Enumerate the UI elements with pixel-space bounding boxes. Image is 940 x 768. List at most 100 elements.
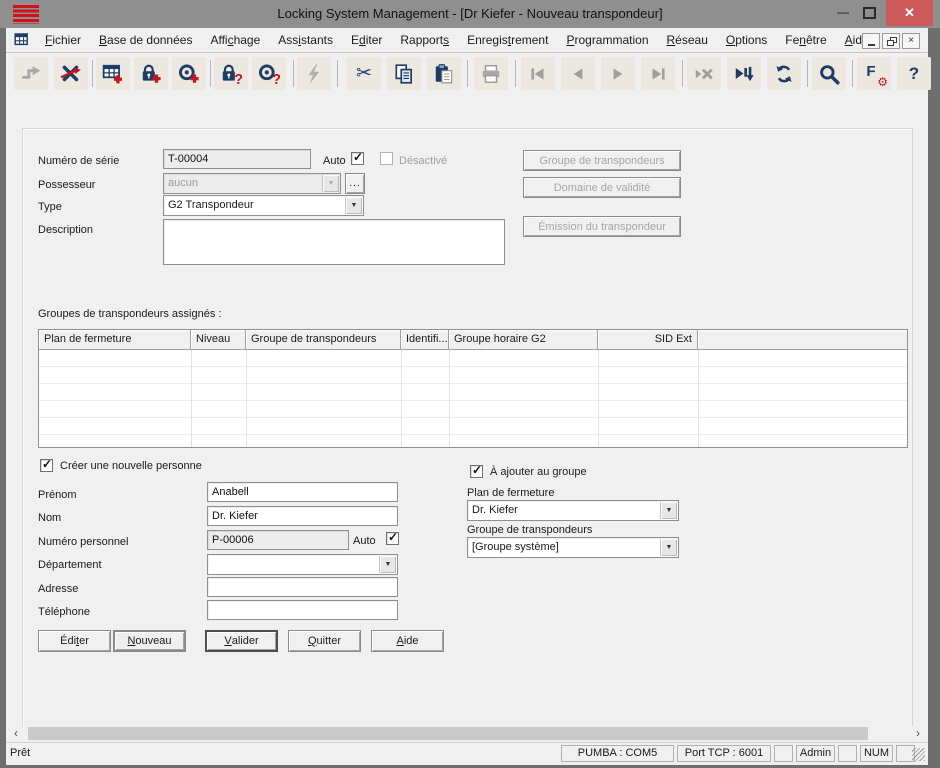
maximize-icon xyxy=(863,7,876,19)
refresh-icon xyxy=(773,63,795,85)
help-button-form[interactable]: Aide xyxy=(371,630,444,652)
plan-select[interactable]: Dr. Kiefer ▼ xyxy=(467,500,679,521)
login-button[interactable] xyxy=(14,57,48,90)
col-groupe-de-transpondeurs[interactable]: Groupe de transpondeurs xyxy=(246,330,401,349)
plan-label: Plan de fermeture xyxy=(467,487,554,499)
refresh-button[interactable] xyxy=(767,57,801,90)
personnel-auto-checkbox[interactable] xyxy=(386,532,399,545)
print-button[interactable] xyxy=(474,57,508,90)
close-button[interactable]: ✕ xyxy=(886,0,933,26)
close-icon: ✕ xyxy=(904,5,915,20)
next-record-button[interactable] xyxy=(601,57,635,90)
menu-options[interactable]: Options xyxy=(717,28,776,52)
previous-record-button[interactable] xyxy=(561,57,595,90)
document-grid-icon[interactable] xyxy=(14,32,30,48)
menu-reseau[interactable]: Réseau xyxy=(658,28,717,52)
chevron-down-icon[interactable]: ▼ xyxy=(379,556,396,573)
mdi-restore-button[interactable] xyxy=(882,33,900,49)
logout-button[interactable] xyxy=(54,57,88,90)
quit-button[interactable]: Quitter xyxy=(288,630,361,652)
copy-button[interactable] xyxy=(387,57,421,90)
first-record-button[interactable] xyxy=(521,57,555,90)
validity-range-button[interactable]: Domaine de validité xyxy=(523,177,681,198)
validate-button[interactable]: Valider xyxy=(205,630,278,652)
menu-base-de-donnees[interactable]: Base de données xyxy=(90,28,201,52)
cut-button[interactable]: ✂ xyxy=(347,57,381,90)
menu-rapports[interactable]: Rapports xyxy=(391,28,458,52)
group-select[interactable]: [Groupe système] ▼ xyxy=(467,537,679,558)
search-button[interactable] xyxy=(812,57,846,90)
last-name-input[interactable] xyxy=(207,506,398,526)
description-textarea[interactable] xyxy=(163,219,505,265)
status-user: Admin xyxy=(796,745,835,762)
filter-settings-button[interactable]: F⚙ xyxy=(857,57,891,90)
personnel-number-input[interactable] xyxy=(207,530,349,550)
help-button[interactable]: ? xyxy=(897,57,931,90)
assigned-groups-table[interactable]: Plan de fermeture Niveau Groupe de trans… xyxy=(38,329,908,448)
apply-record-button[interactable] xyxy=(727,57,761,90)
scroll-right-icon[interactable]: › xyxy=(910,726,926,741)
client-area: Fichier Base de données Affichage Assist… xyxy=(6,28,928,764)
chevron-down-icon[interactable]: ▼ xyxy=(345,197,362,214)
filter-f-icon: F xyxy=(866,64,875,79)
deactivated-checkbox[interactable] xyxy=(380,152,393,165)
group-value: [Groupe système] xyxy=(472,538,658,557)
menu-affichage[interactable]: Affichage xyxy=(201,28,269,52)
menu-assistants[interactable]: Assistants xyxy=(269,28,342,52)
menu-programmation[interactable]: Programmation xyxy=(557,28,657,52)
cancel-record-icon xyxy=(693,63,715,85)
new-transponder-button[interactable] xyxy=(172,57,206,90)
col-plan-de-fermeture[interactable]: Plan de fermeture xyxy=(39,330,191,349)
mdi-minimize-button[interactable] xyxy=(862,33,880,49)
owner-browse-button[interactable]: ... xyxy=(345,173,365,194)
new-button[interactable]: Nouveau xyxy=(113,630,186,652)
chevron-down-icon[interactable]: ▼ xyxy=(322,175,339,192)
new-lock-button[interactable] xyxy=(134,57,168,90)
first-name-input[interactable] xyxy=(207,482,398,502)
resize-grip[interactable] xyxy=(912,748,925,761)
col-empty[interactable] xyxy=(698,330,907,349)
phone-input[interactable] xyxy=(207,600,398,620)
chevron-down-icon[interactable]: ▼ xyxy=(660,539,677,556)
address-input[interactable] xyxy=(207,577,398,597)
col-identification[interactable]: Identifi... xyxy=(401,330,449,349)
scrollbar-thumb[interactable] xyxy=(28,727,868,740)
gear-icon: ⚙ xyxy=(877,76,888,88)
department-select[interactable]: ▼ xyxy=(207,554,398,575)
issue-transponder-button[interactable]: Émission du transpondeur xyxy=(523,216,681,237)
menu-fichier[interactable]: Fichier xyxy=(36,28,90,52)
col-sid-ext[interactable]: SID Ext xyxy=(598,330,698,349)
menu-enregistrement[interactable]: Enregistrement xyxy=(458,28,557,52)
menu-editer[interactable]: Editer xyxy=(342,28,391,52)
printer-icon xyxy=(480,63,502,85)
add-to-group-checkbox[interactable] xyxy=(470,465,483,478)
transponder-groups-button[interactable]: Groupe de transpondeurs xyxy=(523,150,681,171)
scissors-icon: ✂ xyxy=(356,64,372,83)
chevron-down-icon[interactable]: ▼ xyxy=(660,502,677,519)
edit-button[interactable]: Éditer xyxy=(38,630,111,652)
program-button[interactable] xyxy=(297,57,331,90)
create-person-checkbox[interactable] xyxy=(40,459,53,472)
owner-select[interactable]: aucun ▼ xyxy=(163,173,341,194)
new-locking-system-button[interactable] xyxy=(96,57,130,90)
maximize-button[interactable] xyxy=(858,0,880,26)
serial-auto-checkbox[interactable] xyxy=(351,152,364,165)
read-lock-button[interactable]: ? xyxy=(214,57,248,90)
col-groupe-horaire-g2[interactable]: Groupe horaire G2 xyxy=(449,330,598,349)
last-record-button[interactable] xyxy=(641,57,675,90)
horizontal-scrollbar[interactable]: ‹ › xyxy=(6,726,928,741)
owner-value: aucun xyxy=(168,174,320,193)
add-to-group-label: À ajouter au groupe xyxy=(490,466,587,478)
minimize-button[interactable]: — xyxy=(832,0,854,26)
col-niveau[interactable]: Niveau xyxy=(191,330,246,349)
cancel-record-button[interactable] xyxy=(687,57,721,90)
next-record-icon xyxy=(607,63,629,85)
type-select[interactable]: G2 Transpondeur ▼ xyxy=(163,195,364,216)
paste-icon xyxy=(433,63,455,85)
read-transponder-button[interactable]: ? xyxy=(252,57,286,90)
serial-input[interactable] xyxy=(163,149,311,169)
scroll-left-icon[interactable]: ‹ xyxy=(8,726,24,741)
mdi-close-button[interactable]: × xyxy=(902,33,920,49)
paste-button[interactable] xyxy=(427,57,461,90)
menu-fenetre[interactable]: Fenêtre xyxy=(776,28,835,52)
